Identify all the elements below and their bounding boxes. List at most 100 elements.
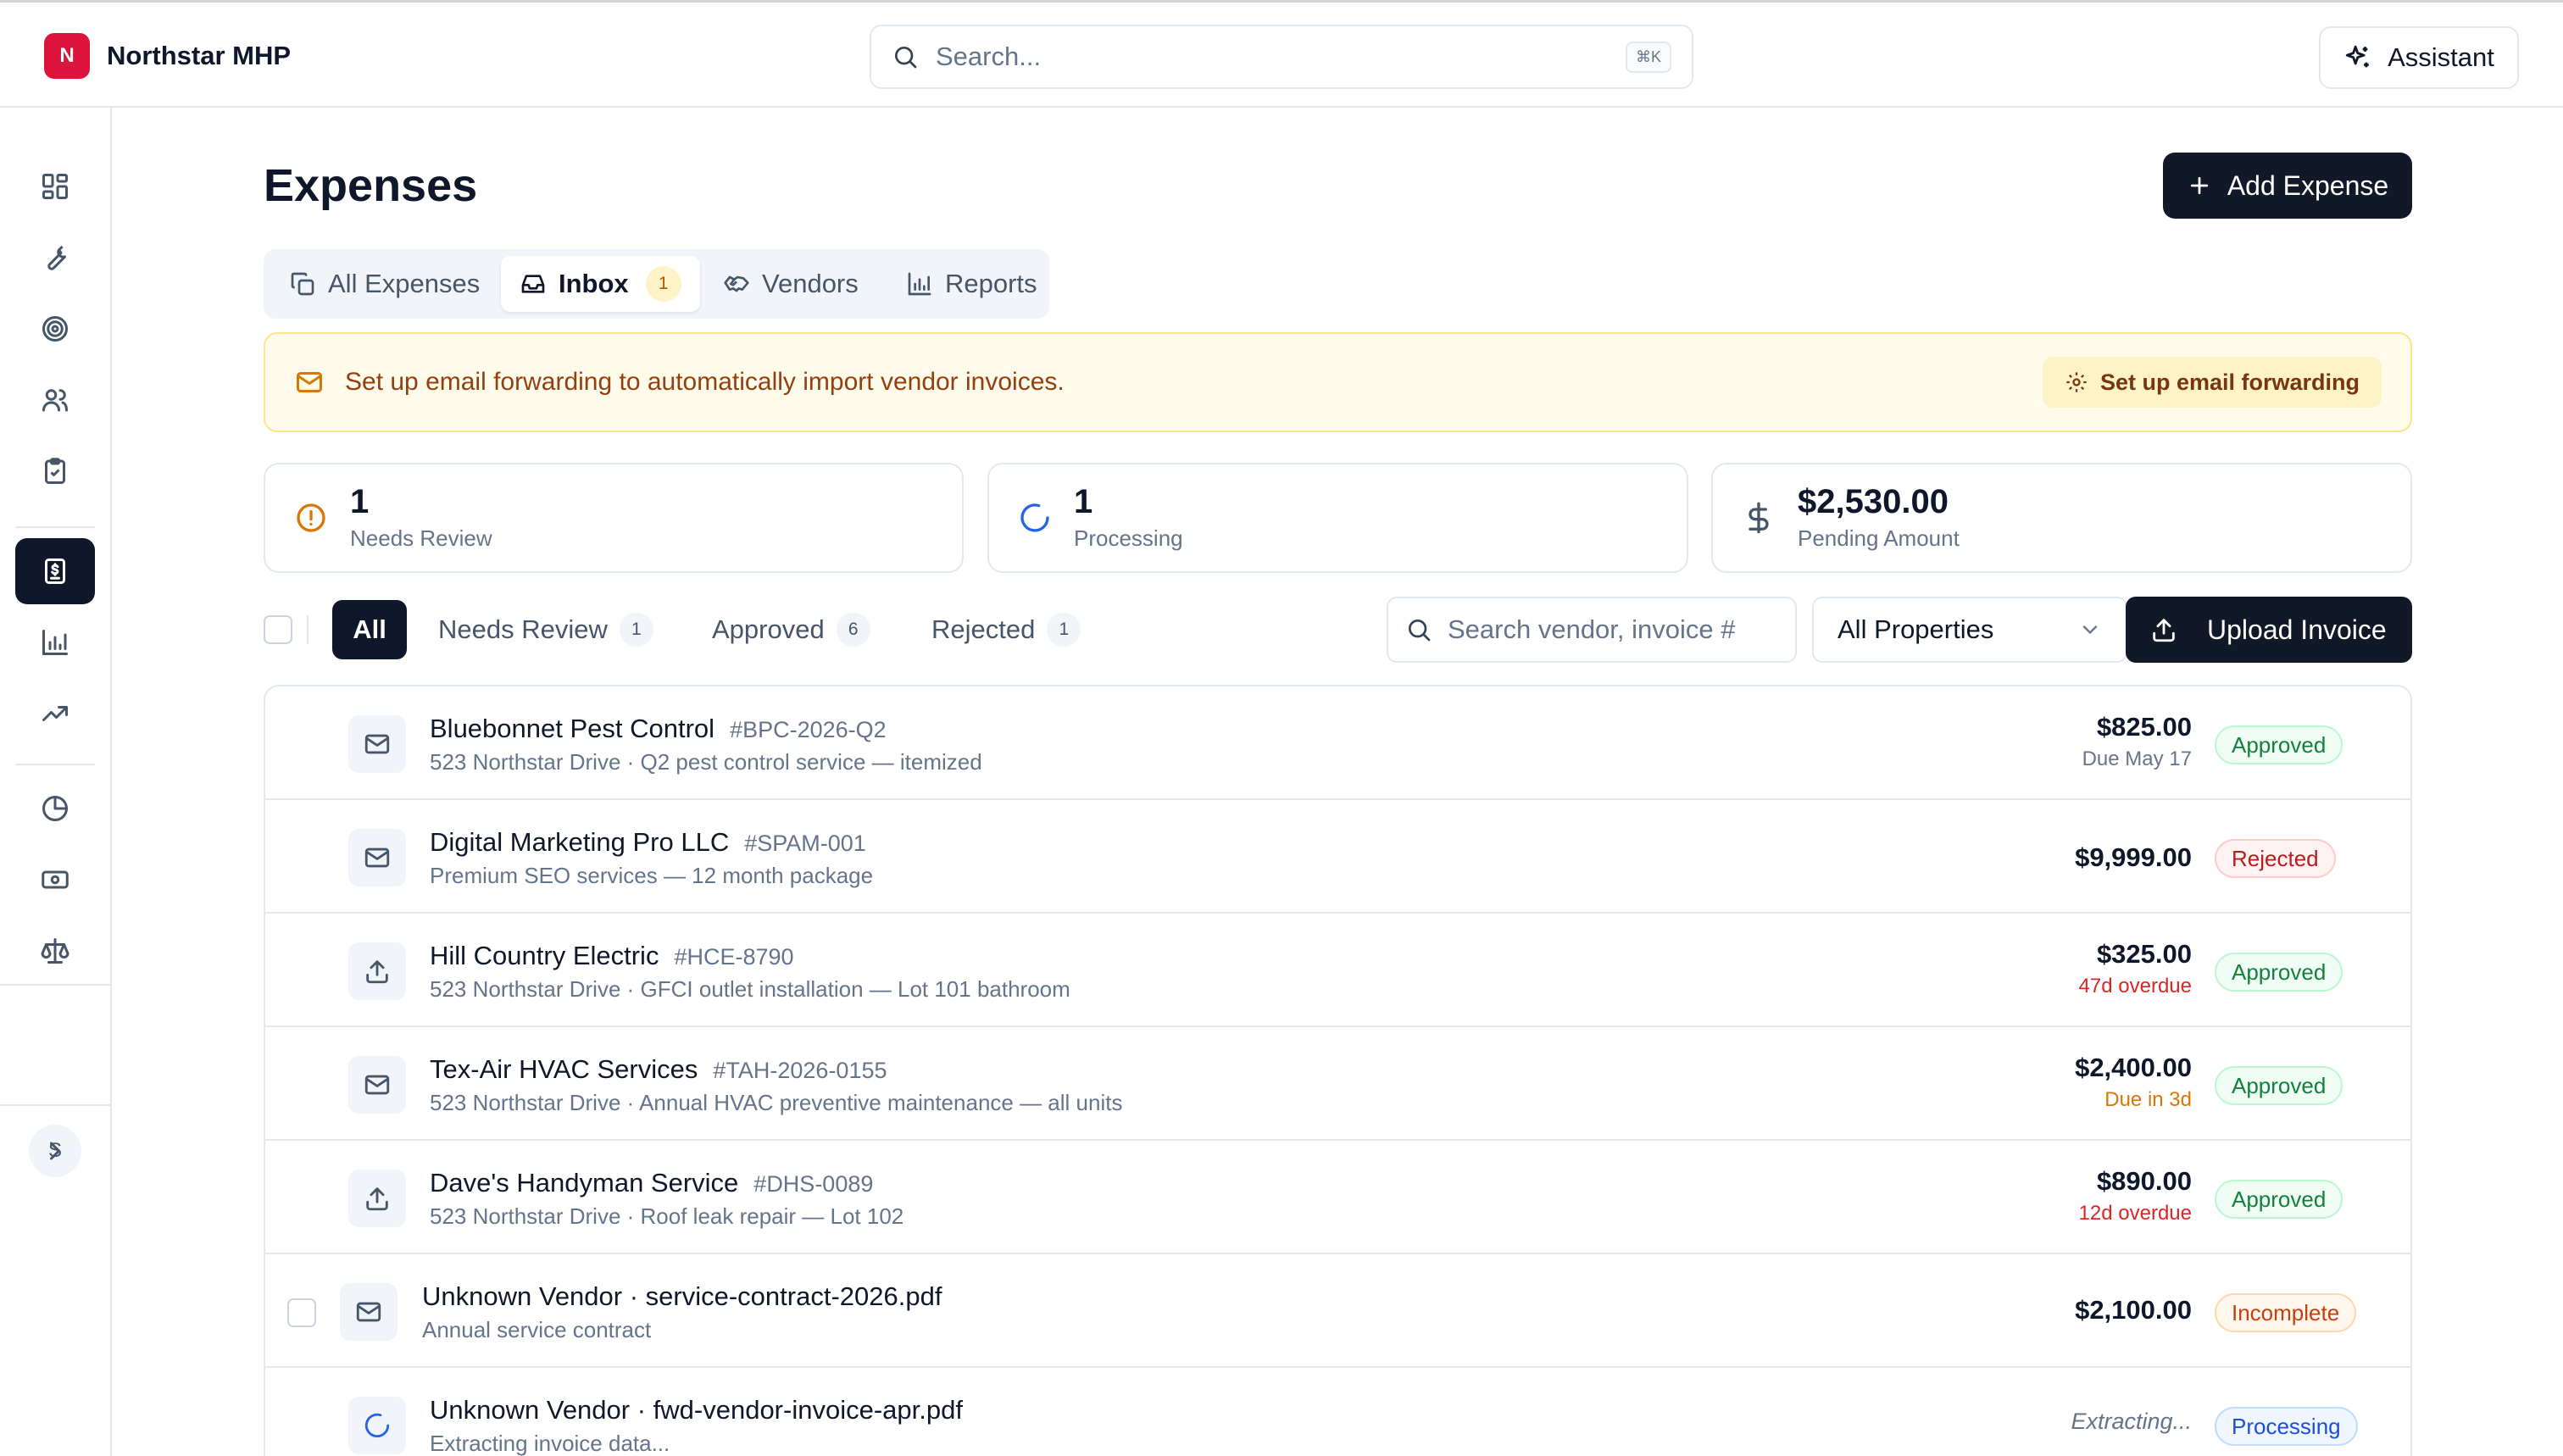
- legal-nav[interactable]: [15, 918, 95, 984]
- chevron-right-icon: [50, 1142, 61, 1160]
- dashboard-icon: [42, 174, 68, 199]
- stat-label: Processing: [1074, 525, 1183, 551]
- search-icon: [892, 43, 919, 70]
- sidebar-divider: [15, 526, 95, 528]
- invoice-amount: $825.00: [2096, 712, 2192, 742]
- banner-button-label: Set up email forwarding: [2099, 369, 2360, 395]
- expand-sidebar-button[interactable]: [15, 1118, 95, 1184]
- trending-up-icon: [42, 706, 68, 721]
- invoice-number: #BPC-2026-Q2: [730, 717, 887, 742]
- setup-email-forwarding-button[interactable]: Set up email forwarding: [2042, 357, 2382, 408]
- email-forwarding-banner: Set up email forwarding to automatically…: [264, 332, 2412, 432]
- status-badge: Approved: [2215, 953, 2343, 992]
- property-select[interactable]: All Properties: [1812, 597, 2127, 663]
- maintenance-nav[interactable]: [15, 225, 95, 291]
- vendor-name: Unknown Vendor · service-contract-2026.p…: [422, 1281, 942, 1311]
- invoice-description: 523 Northstar Drive · Roof leak repair —…: [430, 1203, 904, 1229]
- brand-logo: N: [44, 33, 90, 79]
- invoice-description: Annual service contract: [422, 1317, 652, 1342]
- due-status: 12d overdue: [2078, 1202, 2192, 1225]
- invoice-number: #HCE-8790: [674, 944, 794, 970]
- add-expense-button[interactable]: Add Expense: [2163, 153, 2412, 219]
- upload-invoice-button[interactable]: Upload Invoice: [2126, 597, 2412, 663]
- invoice-title: Unknown Vendor · service-contract-2026.p…: [422, 1281, 942, 1312]
- invoice-amount: $890.00: [2096, 1166, 2192, 1196]
- tab-inbox[interactable]: Inbox 1: [501, 256, 700, 312]
- row-checkbox[interactable]: [287, 1298, 316, 1327]
- filter-approved[interactable]: Approved 6: [712, 600, 870, 659]
- tasks-nav[interactable]: [15, 438, 95, 504]
- loader-icon: [364, 1413, 390, 1438]
- select-all-checkbox[interactable]: [264, 615, 292, 644]
- reports-nav[interactable]: [15, 609, 95, 675]
- inbox-icon: [521, 275, 545, 293]
- filter-label: Rejected: [931, 614, 1036, 644]
- residents-nav[interactable]: [15, 367, 95, 433]
- filter-label: Approved: [712, 614, 825, 644]
- expenses-nav[interactable]: [15, 538, 95, 604]
- invoice-number: #SPAM-001: [744, 831, 866, 856]
- filter-rejected[interactable]: Rejected 1: [931, 600, 1081, 659]
- invoice-description: 523 Northstar Drive · GFCI outlet instal…: [430, 976, 1070, 1002]
- status-badge: Rejected: [2215, 839, 2336, 878]
- source-badge: [348, 1170, 406, 1227]
- filter-needs-review[interactable]: Needs Review 1: [438, 600, 653, 659]
- tab-label: Vendors: [762, 269, 859, 298]
- source-badge: [348, 1056, 406, 1114]
- invoice-description: Premium SEO services — 12 month package: [430, 863, 874, 888]
- invoice-row[interactable]: Hill Country Electric #HCE-8790 523 Nort…: [265, 914, 2410, 1027]
- invoice-row[interactable]: Bluebonnet Pest Control #BPC-2026-Q2 523…: [265, 686, 2410, 800]
- dashboard-nav[interactable]: [15, 153, 95, 220]
- vendor-name: Unknown Vendor · fwd-vendor-invoice-apr.…: [430, 1395, 963, 1425]
- invoice-title: Unknown Vendor · fwd-vendor-invoice-apr.…: [430, 1395, 963, 1425]
- stat-value: 1: [350, 482, 370, 520]
- source-badge: [348, 715, 406, 773]
- invoice-title: Dave's Handyman Service #DHS-0089: [430, 1168, 873, 1198]
- trends-nav[interactable]: [15, 681, 95, 747]
- wrench-icon: [47, 245, 67, 270]
- filter-label: Needs Review: [438, 614, 608, 644]
- invoice-row[interactable]: Unknown Vendor · fwd-vendor-invoice-apr.…: [265, 1368, 2410, 1456]
- brand[interactable]: N Northstar MHP: [44, 33, 291, 79]
- tab-all-expenses[interactable]: All Expenses: [270, 256, 498, 312]
- extracting-status: Extracting...: [2071, 1409, 2192, 1434]
- tab-reports[interactable]: Reports: [887, 256, 1056, 312]
- global-search-input[interactable]: Search... ⌘K: [870, 25, 1693, 89]
- status-badge: Incomplete: [2215, 1293, 2357, 1332]
- invoice-number: #DHS-0089: [753, 1171, 874, 1197]
- status-badge: Approved: [2215, 1066, 2343, 1105]
- target-icon: [42, 316, 68, 342]
- goals-nav[interactable]: [15, 296, 95, 362]
- invoice-row[interactable]: Unknown Vendor · service-contract-2026.p…: [265, 1254, 2410, 1368]
- tab-vendors[interactable]: Vendors: [704, 256, 877, 312]
- amount-block: $325.00 47d overdue: [2079, 939, 2192, 998]
- invoice-description: 523 Northstar Drive · Q2 pest control se…: [430, 749, 982, 775]
- chevron-down-icon: [2082, 625, 2098, 635]
- invoice-row[interactable]: Digital Marketing Pro LLC #SPAM-001 Prem…: [265, 800, 2410, 914]
- handshake-icon: [724, 275, 749, 292]
- status-badge: Processing: [2215, 1407, 2358, 1446]
- invoice-title: Bluebonnet Pest Control #BPC-2026-Q2: [430, 714, 887, 744]
- vendor-name: Dave's Handyman Service: [430, 1168, 739, 1198]
- search-icon: [1409, 620, 1431, 642]
- due-status: Due May 17: [2082, 747, 2192, 770]
- page-title: Expenses: [264, 160, 478, 211]
- status-badge: Approved: [2215, 1180, 2343, 1219]
- filter-all[interactable]: All: [332, 600, 407, 659]
- assistant-button[interactable]: Assistant: [2319, 26, 2519, 89]
- source-badge: [348, 1397, 406, 1454]
- stat-label: Pending Amount: [1798, 525, 1960, 551]
- needs-review-stat: 1 Needs Review: [264, 463, 964, 573]
- expense-tabs: All Expenses Inbox 1 Vendors Reports: [264, 249, 1049, 319]
- users-icon: [42, 389, 68, 412]
- invoice-row[interactable]: Tex-Air HVAC Services #TAH-2026-0155 523…: [265, 1027, 2410, 1141]
- upload-icon: [366, 960, 388, 984]
- filter-divider: [307, 615, 309, 644]
- scale-icon: [41, 938, 69, 964]
- analytics-nav[interactable]: [15, 775, 95, 842]
- filter-count: 6: [836, 613, 870, 647]
- vendor-search-input[interactable]: Search vendor, invoice #: [1387, 597, 1797, 663]
- invoice-amount: $9,999.00: [2075, 842, 2192, 872]
- payments-nav[interactable]: [15, 847, 95, 913]
- invoice-row[interactable]: Dave's Handyman Service #DHS-0089 523 No…: [265, 1141, 2410, 1254]
